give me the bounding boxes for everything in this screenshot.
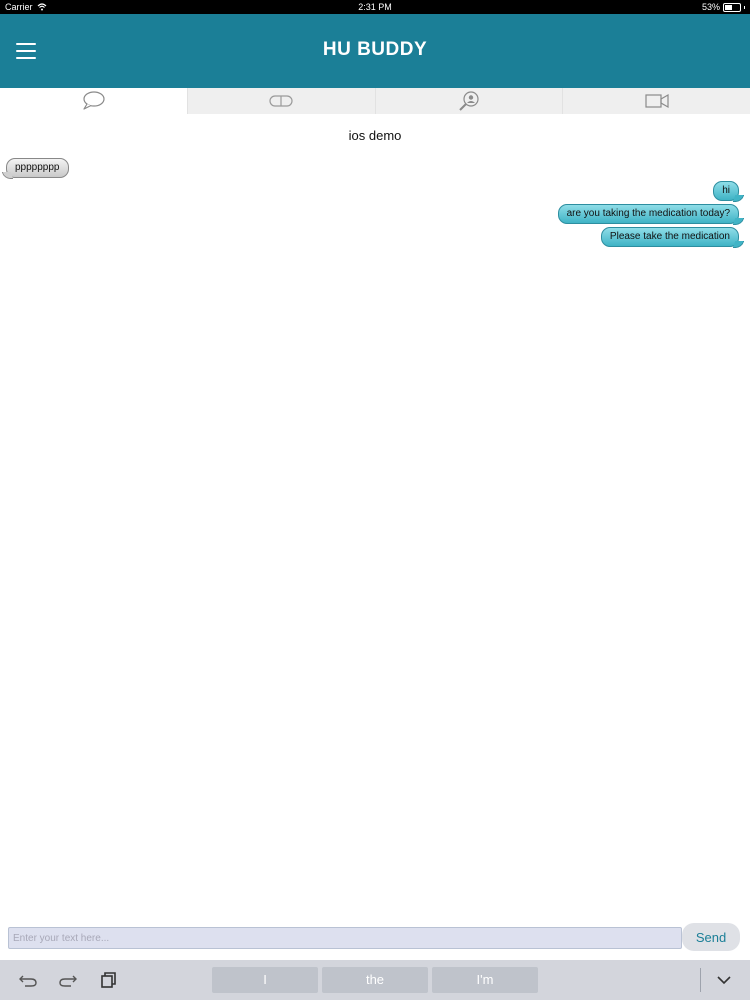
bubble-tail: [732, 218, 745, 225]
chat-title: ios demo: [348, 128, 402, 143]
battery-indicator: 53%: [702, 2, 745, 12]
message-input[interactable]: [8, 927, 682, 949]
pill-icon: [269, 95, 293, 107]
redo-icon[interactable]: [58, 970, 78, 990]
suggestion-item[interactable]: I: [212, 967, 318, 993]
message-outgoing: Please take the medication: [600, 227, 745, 248]
message-outgoing: are you taking the medication today?: [557, 204, 745, 225]
undo-icon[interactable]: [18, 970, 38, 990]
tab-video-call[interactable]: [562, 88, 750, 114]
battery-percent: 53%: [701, 2, 720, 12]
paste-icon[interactable]: [98, 970, 118, 990]
bubble-tail: [732, 195, 745, 202]
bubble-tail: [1, 172, 14, 179]
status-bar: Carrier 2:31 PM 53%: [0, 0, 750, 14]
search-user-icon: [459, 91, 479, 111]
message-text: pppppppp: [15, 162, 60, 173]
message-text: hi: [722, 185, 730, 196]
app-title: HU BUDDY: [322, 39, 428, 60]
app-header: HU BUDDY: [0, 14, 750, 88]
tab-bar: [0, 88, 750, 114]
video-camera-icon: [645, 93, 669, 109]
status-time: 2:31 PM: [358, 2, 392, 12]
tab-search-user[interactable]: [374, 88, 563, 114]
keyboard-suggestion-bar: I the I'm: [0, 960, 750, 1000]
tab-medication[interactable]: [186, 88, 375, 114]
battery-fill: [725, 4, 733, 10]
message-outgoing: hi: [713, 181, 745, 202]
message-composer: Send: [0, 920, 750, 958]
message-text: Please take the medication: [609, 231, 730, 242]
message-text: are you taking the medication today?: [566, 208, 730, 219]
bubble-tail: [732, 241, 745, 248]
message-incoming: pppppppp: [1, 158, 69, 179]
suggestion-item[interactable]: I'm: [432, 967, 538, 993]
chat-bubble-icon: [83, 91, 105, 110]
suggestion-item[interactable]: the: [322, 967, 428, 993]
chevron-down-icon[interactable]: [714, 970, 734, 990]
battery-icon: [723, 2, 741, 12]
tab-chat[interactable]: [0, 88, 187, 114]
toolbar-divider: [700, 968, 701, 992]
battery-cap: [744, 5, 745, 9]
send-button[interactable]: Send: [682, 923, 740, 951]
